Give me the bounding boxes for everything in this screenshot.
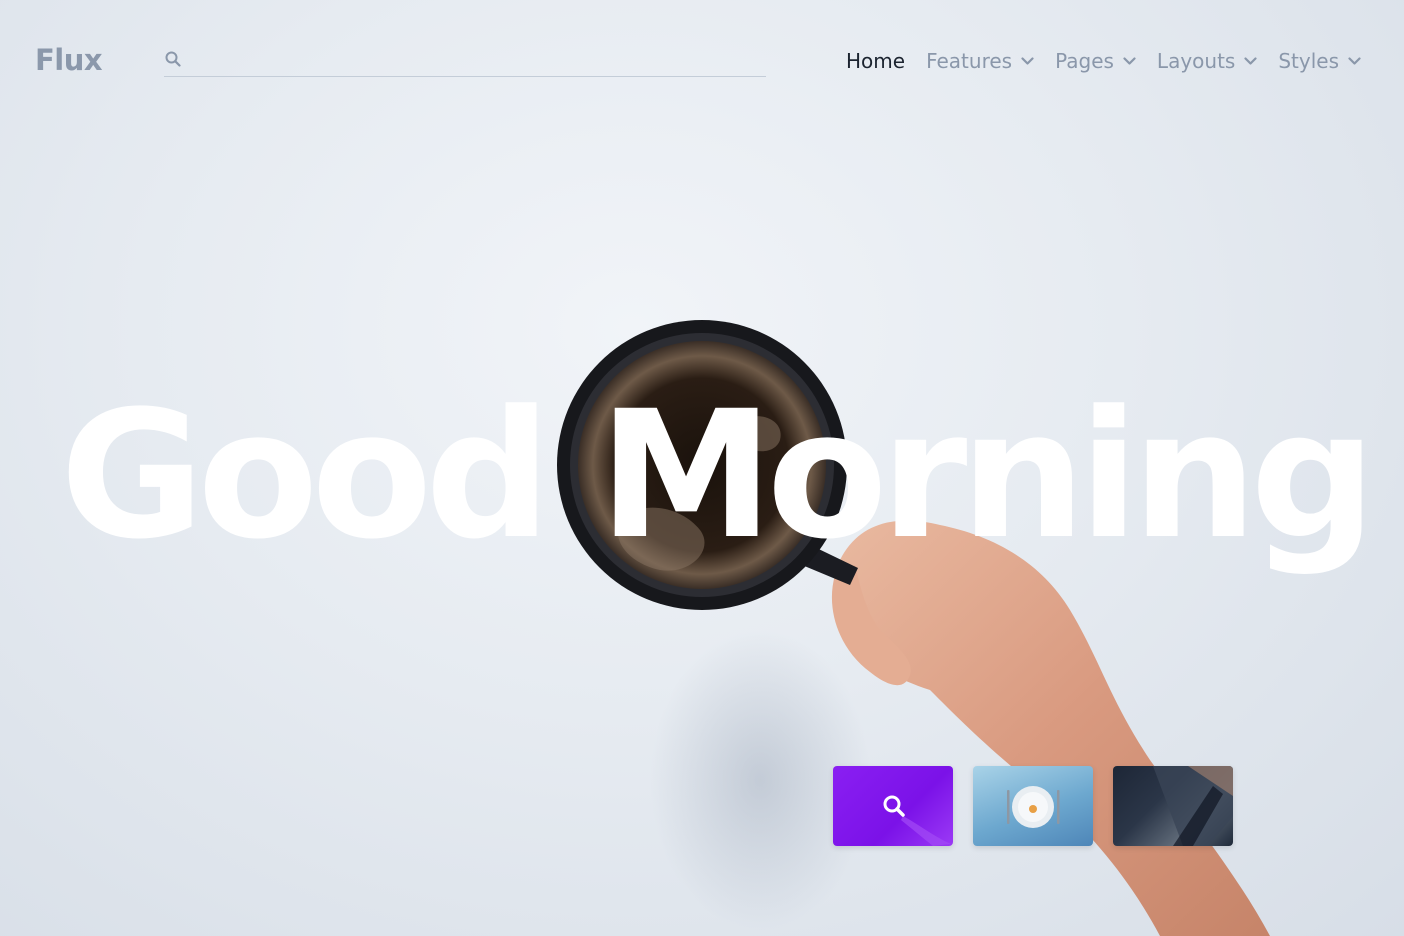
site-header: Flux Home Features Pages Layouts Styles (0, 0, 1404, 120)
nav-item-label: Layouts (1156, 49, 1236, 73)
search-input[interactable] (192, 46, 762, 76)
dark-abstract-thumbnail[interactable] (1113, 766, 1233, 846)
chevron-down-icon (1021, 56, 1034, 66)
nav-item-home[interactable]: Home (846, 49, 905, 73)
nav-item-label: Features (926, 49, 1013, 73)
dinner-plate-thumbnail[interactable] (973, 766, 1093, 846)
nav-item-label: Home (846, 49, 906, 73)
nav-item-styles[interactable]: Styles (1278, 49, 1361, 73)
hero-title: Good Morning (60, 373, 1376, 578)
nav-item-label: Styles (1278, 49, 1339, 73)
nav-item-pages[interactable]: Pages (1055, 49, 1136, 73)
nav-item-layouts[interactable]: Layouts (1157, 49, 1257, 73)
nav-item-label: Pages (1055, 49, 1114, 73)
site-logo[interactable]: Flux (35, 43, 103, 77)
search-thumbnail[interactable] (833, 766, 953, 846)
search-bar (164, 46, 766, 77)
chevron-down-icon (1244, 56, 1257, 66)
plate-icon (1007, 786, 1060, 828)
chevron-down-icon (1123, 56, 1136, 66)
main-nav: Home Features Pages Layouts Styles (825, 49, 1361, 73)
nav-item-features[interactable]: Features (926, 49, 1034, 73)
thumbnail-strip (833, 766, 1253, 846)
abstract-image (1153, 766, 1233, 846)
search-icon (883, 795, 951, 846)
chevron-down-icon (1348, 56, 1361, 66)
search-icon[interactable] (165, 51, 181, 67)
